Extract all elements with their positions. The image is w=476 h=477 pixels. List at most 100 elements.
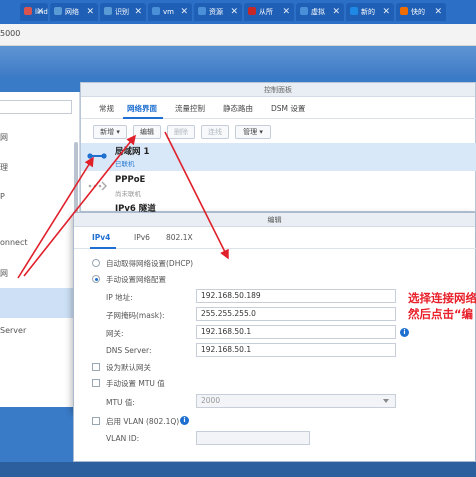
browser-tab[interactable]: lindi✕: [20, 3, 48, 21]
interface-lan1[interactable]: 局域网 1 已联机: [81, 143, 476, 171]
default-gateway-label: 设为默认网关: [106, 363, 151, 372]
tab-favicon-icon: [198, 7, 206, 15]
vlan-id-field[interactable]: [196, 431, 310, 445]
close-icon[interactable]: ✕: [86, 3, 94, 21]
close-icon[interactable]: ✕: [332, 3, 340, 21]
mtu-value: 2000: [201, 396, 221, 405]
address-text[interactable]: 5000: [0, 29, 20, 38]
dhcp-radio[interactable]: [92, 259, 100, 267]
browser-tab[interactable]: 网络 ✕: [50, 3, 98, 21]
lan-connected-icon: [87, 153, 107, 159]
ip-address-field[interactable]: 192.168.50.189: [196, 289, 396, 303]
tab-favicon-icon: [54, 7, 62, 15]
tab-general[interactable]: 常规: [99, 103, 114, 114]
interface-pppoe[interactable]: PPPoE 尚未联机: [81, 173, 476, 201]
tab-label: vm: [163, 8, 174, 16]
browser-tab[interactable]: 从所 ✕: [244, 3, 294, 21]
edit-dialog-lower: 启用 VLAN (802.1Q) i VLAN ID:: [73, 411, 476, 462]
ip-label: IP 地址:: [106, 293, 133, 302]
vlan-info-icon[interactable]: i: [180, 416, 189, 425]
tab-8021x[interactable]: 802.1X: [166, 233, 193, 242]
delete-button[interactable]: 删除: [167, 125, 195, 139]
sidebar-selected-item[interactable]: [0, 288, 80, 318]
gateway-info-icon[interactable]: i: [400, 328, 409, 337]
gateway-field[interactable]: 192.168.50.1: [196, 325, 396, 339]
edit-button[interactable]: 编辑: [133, 125, 161, 139]
vlan-checkbox[interactable]: [92, 417, 100, 425]
sidebar-search-input[interactable]: [0, 100, 72, 114]
dns-label: DNS Server:: [106, 346, 152, 355]
manual-mtu-checkbox[interactable]: [92, 379, 100, 387]
network-tabs: 常规 网络界面 流量控制 静态路由 DSM 设置: [81, 97, 476, 119]
browser-tab[interactable]: 新的 ✕: [346, 3, 394, 21]
dhcp-label: 自动取得网络设置(DHCP): [106, 259, 194, 268]
tab-label: 从所: [259, 8, 273, 16]
sidebar-item[interactable]: 理: [0, 162, 8, 173]
browser-tab[interactable]: 快的 ✕: [396, 3, 446, 21]
mtu-label: MTU 值:: [106, 398, 135, 407]
close-icon[interactable]: ✕: [134, 3, 142, 21]
default-gateway-checkbox[interactable]: [92, 363, 100, 371]
browser-tab[interactable]: vm ✕: [148, 3, 192, 21]
annotation-line-1: 选择连接网络: [408, 291, 476, 305]
browser-tab[interactable]: 资源 ✕: [194, 3, 242, 21]
close-icon[interactable]: ✕: [382, 3, 390, 21]
tab-label: 虚拟: [311, 8, 325, 16]
sidebar-item[interactable]: Server: [0, 326, 26, 335]
subnet-mask-field[interactable]: 255.255.255.0: [196, 307, 396, 321]
interface-name: PPPoE: [115, 175, 146, 185]
vlan-id-label: VLAN ID:: [106, 434, 140, 443]
dialog-tabs: IPv4 IPv6 802.1X: [74, 227, 476, 249]
interface-status: 已联机: [115, 160, 135, 168]
tab-ipv6[interactable]: IPv6: [134, 233, 150, 242]
close-icon[interactable]: ✕: [180, 3, 188, 21]
chevron-down-icon: [383, 399, 389, 403]
taskbar: [0, 462, 476, 477]
browser-tab[interactable]: 识别 ✕: [100, 3, 146, 21]
sidebar-item[interactable]: 网: [0, 132, 8, 143]
close-icon[interactable]: ✕: [282, 3, 290, 21]
tab-network-interface[interactable]: 网络界面: [127, 103, 157, 114]
address-bar[interactable]: 5000: [0, 24, 476, 46]
control-panel-sidebar: 网理 Ponnect 网 Server: [0, 92, 80, 407]
tab-label: 新的: [361, 8, 375, 16]
manage-button[interactable]: 管理 ▾: [235, 125, 271, 139]
tab-label: 识别: [115, 8, 129, 16]
network-interface-window: 控制面板 常规 网络界面 流量控制 静态路由 DSM 设置 新增 ▾ 编辑 删除…: [80, 82, 476, 213]
tab-favicon-icon: [104, 7, 112, 15]
tab-favicon-icon: [152, 7, 160, 15]
tab-label: 资源: [209, 8, 223, 16]
tab-static-route[interactable]: 静态路由: [223, 103, 253, 114]
vlan-label: 启用 VLAN (802.1Q): [106, 417, 180, 426]
tab-favicon-icon: [24, 7, 32, 15]
active-tab-indicator: [123, 117, 163, 119]
dns-server-field[interactable]: 192.168.50.1: [196, 343, 396, 357]
gateway-label: 网关:: [106, 329, 124, 338]
active-tab-indicator: [90, 247, 116, 249]
close-icon[interactable]: ✕: [434, 3, 442, 21]
close-icon[interactable]: ✕: [36, 3, 44, 21]
manual-config-label: 手动设置网络配置: [106, 275, 166, 284]
sidebar-item[interactable]: P: [0, 192, 5, 201]
browser-tab-bar: lindi✕ 网络 ✕ 识别 ✕ vm ✕ 资源 ✕ 从所 ✕ 虚拟 ✕ 新的 ✕ 快的 ✕: [0, 0, 476, 24]
window-title: 控制面板: [81, 83, 475, 97]
mtu-select[interactable]: 2000: [196, 394, 396, 408]
browser-tab[interactable]: 虚拟 ✕: [296, 3, 344, 21]
sidebar-item[interactable]: 网: [0, 268, 8, 279]
tab-favicon-icon: [300, 7, 308, 15]
tab-favicon-icon: [400, 7, 408, 15]
tab-ipv4[interactable]: IPv4: [92, 233, 110, 242]
interface-name: 局域网 1: [115, 147, 150, 157]
pppoe-icon: [88, 181, 107, 191]
sidebar-item[interactable]: onnect: [0, 238, 28, 247]
connect-button[interactable]: 连线: [201, 125, 229, 139]
new-button[interactable]: 新增 ▾: [93, 125, 127, 139]
dialog-title: 编辑: [74, 213, 475, 227]
tab-dsm-settings[interactable]: DSM 设置: [271, 103, 305, 114]
manage-label: 管理: [243, 128, 258, 136]
close-icon[interactable]: ✕: [230, 3, 238, 21]
manual-config-radio[interactable]: [92, 275, 100, 283]
manual-mtu-label: 手动设置 MTU 值: [106, 379, 165, 388]
tab-label: 快的: [411, 8, 425, 16]
tab-traffic-control[interactable]: 流量控制: [175, 103, 205, 114]
